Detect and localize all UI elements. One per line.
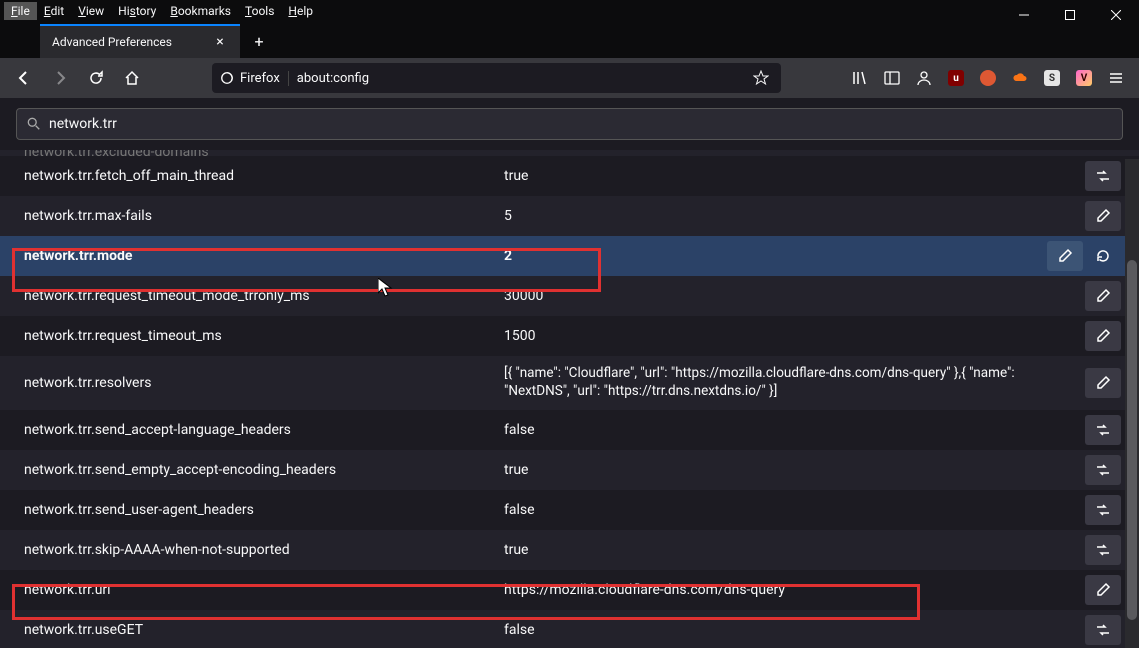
urlbar[interactable]: Firefox about:config [212,63,781,93]
pref-value: false [504,422,1085,438]
pref-row[interactable]: network.trr.fetch_off_main_threadtrue [0,156,1139,196]
prefs-list: network.trr.excluded-domains network.trr… [0,150,1139,648]
pref-row[interactable]: network.trr.send_user-agent_headersfalse [0,490,1139,530]
pref-value: true [504,168,1085,184]
pref-value: https://mozilla.cloudflare-dns.com/dns-q… [504,582,1085,598]
menu-help[interactable]: Help [281,2,320,20]
pref-name: network.trr.fetch_off_main_thread [24,168,504,184]
urlbar-text[interactable]: about:config [297,71,749,86]
forward-button [44,62,76,94]
window-maximize-button[interactable] [1047,0,1093,30]
home-button[interactable] [116,62,148,94]
menu-file[interactable]: File [4,2,37,20]
toggle-button[interactable] [1085,615,1121,645]
edit-button[interactable] [1085,321,1121,351]
extension-cloud-icon[interactable] [1005,63,1035,93]
edit-button[interactable] [1085,281,1121,311]
pref-name: network.trr.uri [24,582,504,598]
back-button[interactable] [8,62,40,94]
edit-button[interactable] [1085,201,1121,231]
pref-name: network.trr.useGET [24,622,504,638]
toggle-button[interactable] [1085,495,1121,525]
bookmark-star-button[interactable] [749,70,773,86]
menu-edit[interactable]: Edit [37,2,71,20]
pref-value: false [504,622,1085,638]
pref-name: network.trr.send_accept-language_headers [24,422,504,438]
scrollbar-thumb[interactable] [1127,260,1137,620]
library-button[interactable] [845,63,875,93]
pref-name: network.trr.request_timeout_ms [24,328,504,344]
pref-value: 2 [504,248,1047,264]
pref-row[interactable]: network.trr.request_timeout_ms1500 [0,316,1139,356]
pref-name: network.trr.max-fails [24,208,504,224]
pref-row[interactable]: network.trr.mode2 [0,236,1139,276]
toggle-button[interactable] [1085,415,1121,445]
urlbar-identity-label: Firefox [240,71,280,86]
menu-tools[interactable]: Tools [238,2,281,20]
pref-row[interactable]: network.trr.request_timeout_mode_trronly… [0,276,1139,316]
pref-row[interactable]: network.trr.skip-AAAA-when-not-supported… [0,530,1139,570]
search-input[interactable]: network.trr [16,108,1123,140]
account-button[interactable] [909,63,939,93]
tab-advanced-preferences[interactable]: Advanced Preferences × [40,24,240,58]
search-row: network.trr [0,98,1139,150]
pref-name: network.trr.resolvers [24,375,504,391]
pref-row[interactable]: network.trr.useGETfalse [0,610,1139,648]
edit-button[interactable] [1047,241,1083,271]
search-text: network.trr [49,116,1112,132]
search-icon [27,117,41,131]
window-close-button[interactable] [1093,0,1139,30]
pref-row[interactable]: network.trr.max-fails5 [0,196,1139,236]
toolbar-icons: u S V [845,63,1131,93]
pref-value: false [504,502,1085,518]
sidebar-button[interactable] [877,63,907,93]
extension-duckduckgo-icon[interactable] [973,63,1003,93]
edit-button[interactable] [1085,575,1121,605]
pref-row[interactable]: network.trr.urihttps://mozilla.cloudflar… [0,570,1139,610]
edit-button[interactable] [1085,368,1121,398]
menubar: File Edit View History Bookmarks Tools H… [0,0,1139,22]
navbar: Firefox about:config u S V [0,58,1139,98]
reset-button[interactable] [1085,241,1121,271]
extension-s-icon[interactable]: S [1037,63,1067,93]
pref-value: true [504,542,1085,558]
content-area: network.trr network.trr.excluded-domains… [0,98,1139,648]
pref-value: 5 [504,208,1085,224]
reload-button[interactable] [80,62,112,94]
pref-value: true [504,462,1085,478]
window-minimize-button[interactable] [1001,0,1047,30]
pref-name: network.trr.send_empty_accept-encoding_h… [24,462,504,478]
pref-row[interactable]: network.trr.resolvers[{ "name": "Cloudfl… [0,356,1139,410]
pref-name: network.trr.skip-AAAA-when-not-supported [24,542,504,558]
pref-value: [{ "name": "Cloudflare", "url": "https:/… [504,365,1085,400]
tab-close-button[interactable]: × [212,34,228,50]
tabbar: Advanced Preferences × + [0,22,1139,58]
urlbar-identity[interactable]: Firefox [220,71,289,86]
toggle-button[interactable] [1085,455,1121,485]
tab-title: Advanced Preferences [52,35,212,49]
pref-name: network.trr.mode [24,248,504,264]
pref-value: 1500 [504,328,1085,344]
toggle-button[interactable] [1085,161,1121,191]
extension-ublock-icon[interactable]: u [941,63,971,93]
pref-value: 30000 [504,288,1085,304]
firefox-logo-icon [220,71,234,85]
extension-v-icon[interactable]: V [1069,63,1099,93]
pref-name: network.trr.request_timeout_mode_trronly… [24,288,504,304]
app-menu-button[interactable] [1101,63,1131,93]
menu-history[interactable]: History [111,2,163,20]
window-controls [1001,0,1139,30]
new-tab-button[interactable]: + [244,26,274,56]
menu-bookmarks[interactable]: Bookmarks [163,2,238,20]
pref-row[interactable]: network.trr.send_accept-language_headers… [0,410,1139,450]
toggle-button[interactable] [1085,535,1121,565]
menu-view[interactable]: View [71,2,111,20]
pref-name: network.trr.send_user-agent_headers [24,502,504,518]
pref-row[interactable]: network.trr.send_empty_accept-encoding_h… [0,450,1139,490]
